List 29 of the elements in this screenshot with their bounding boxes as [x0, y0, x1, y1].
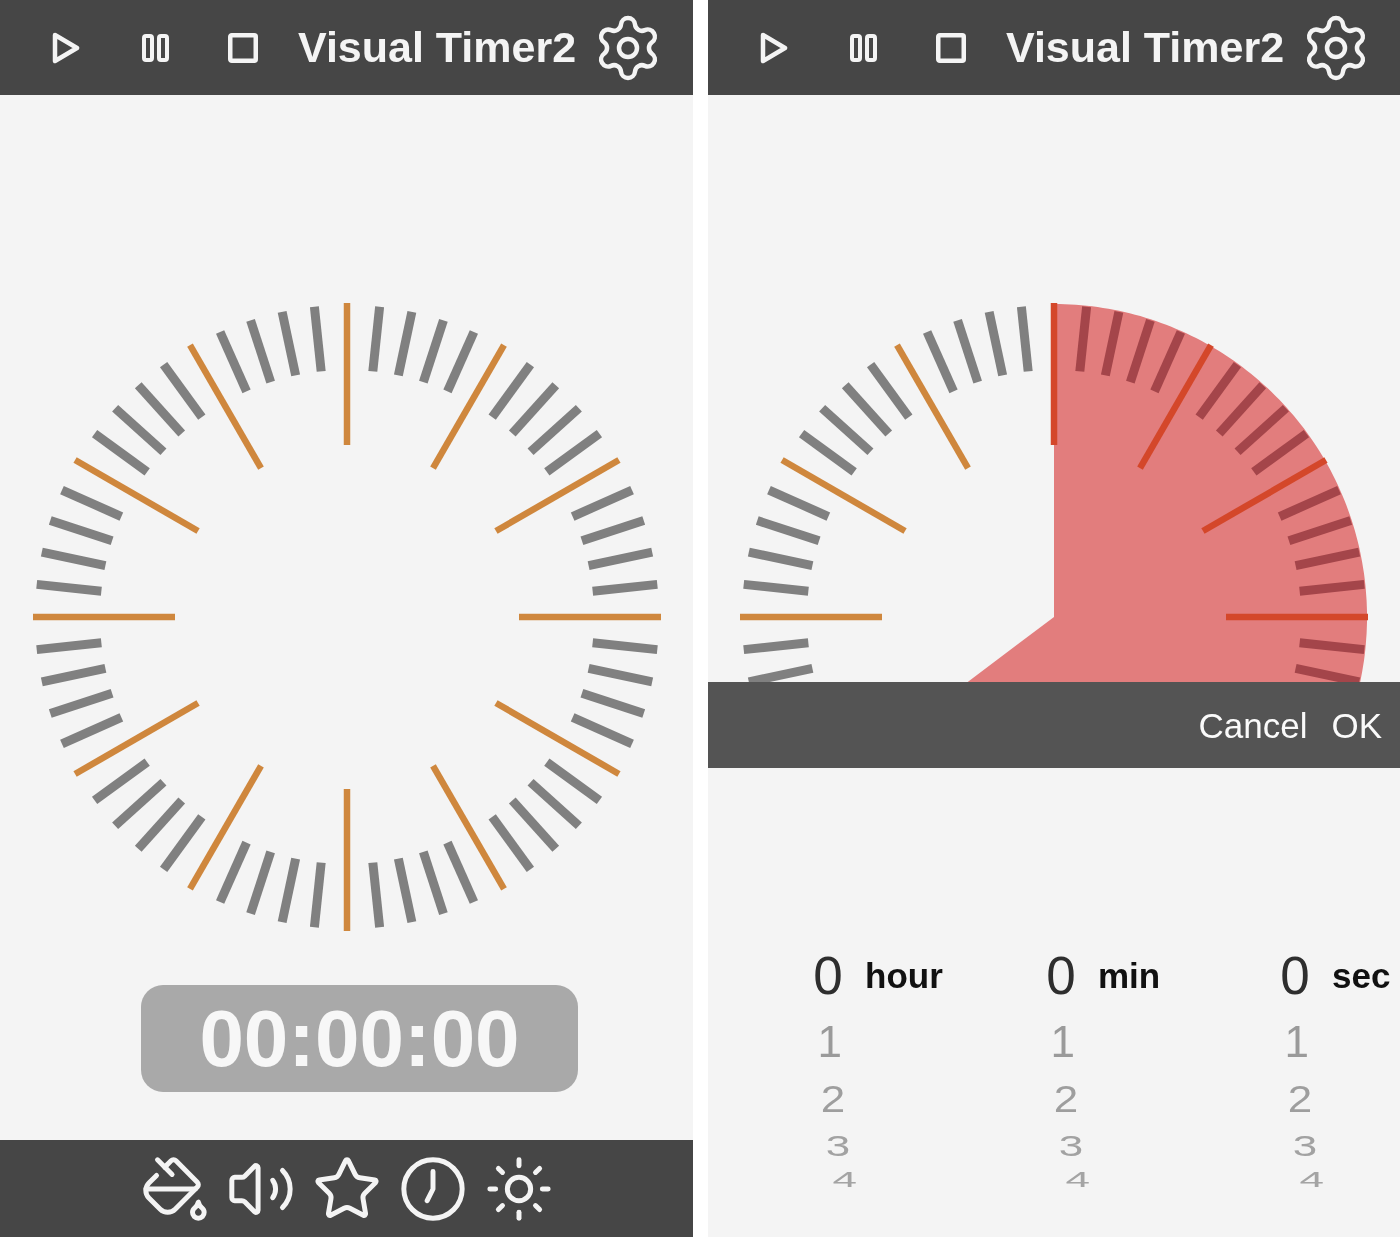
- picker-value[interactable]: 0: [813, 948, 843, 1002]
- time-display: 00:00:00: [141, 985, 578, 1092]
- play-icon[interactable]: [52, 31, 80, 64]
- unit-label: sec: [1332, 957, 1391, 993]
- picker-value[interactable]: 2: [820, 1081, 846, 1119]
- picker-value[interactable]: 2: [1053, 1081, 1079, 1119]
- picker-value[interactable]: 0: [1280, 948, 1310, 1002]
- picker-value[interactable]: 3: [1058, 1131, 1084, 1161]
- picker-value[interactable]: 3: [825, 1131, 851, 1161]
- picker-value[interactable]: 4: [1299, 1168, 1324, 1190]
- picker-value[interactable]: 3: [1292, 1131, 1318, 1161]
- unit-label: hour: [865, 957, 943, 993]
- picker-value[interactable]: 0: [1046, 948, 1076, 1002]
- app-title: Visual Timer2: [298, 26, 577, 69]
- picker-value[interactable]: 4: [832, 1168, 857, 1190]
- stop-icon[interactable]: [228, 32, 258, 63]
- stop-icon[interactable]: [936, 32, 966, 63]
- ok-button[interactable]: OK: [1331, 707, 1382, 743]
- pause-icon[interactable]: [142, 33, 169, 62]
- pause-icon[interactable]: [850, 33, 877, 62]
- picker-value[interactable]: 4: [1065, 1168, 1090, 1190]
- picker-value[interactable]: 2: [1287, 1081, 1313, 1119]
- cancel-button[interactable]: Cancel: [1198, 707, 1308, 743]
- play-icon[interactable]: [760, 31, 788, 64]
- picker-value[interactable]: 1: [1050, 1020, 1075, 1064]
- picker-value[interactable]: 1: [1284, 1020, 1309, 1064]
- unit-label: min: [1098, 957, 1161, 993]
- picker-value[interactable]: 1: [817, 1020, 842, 1064]
- app-title: Visual Timer2: [1006, 26, 1285, 69]
